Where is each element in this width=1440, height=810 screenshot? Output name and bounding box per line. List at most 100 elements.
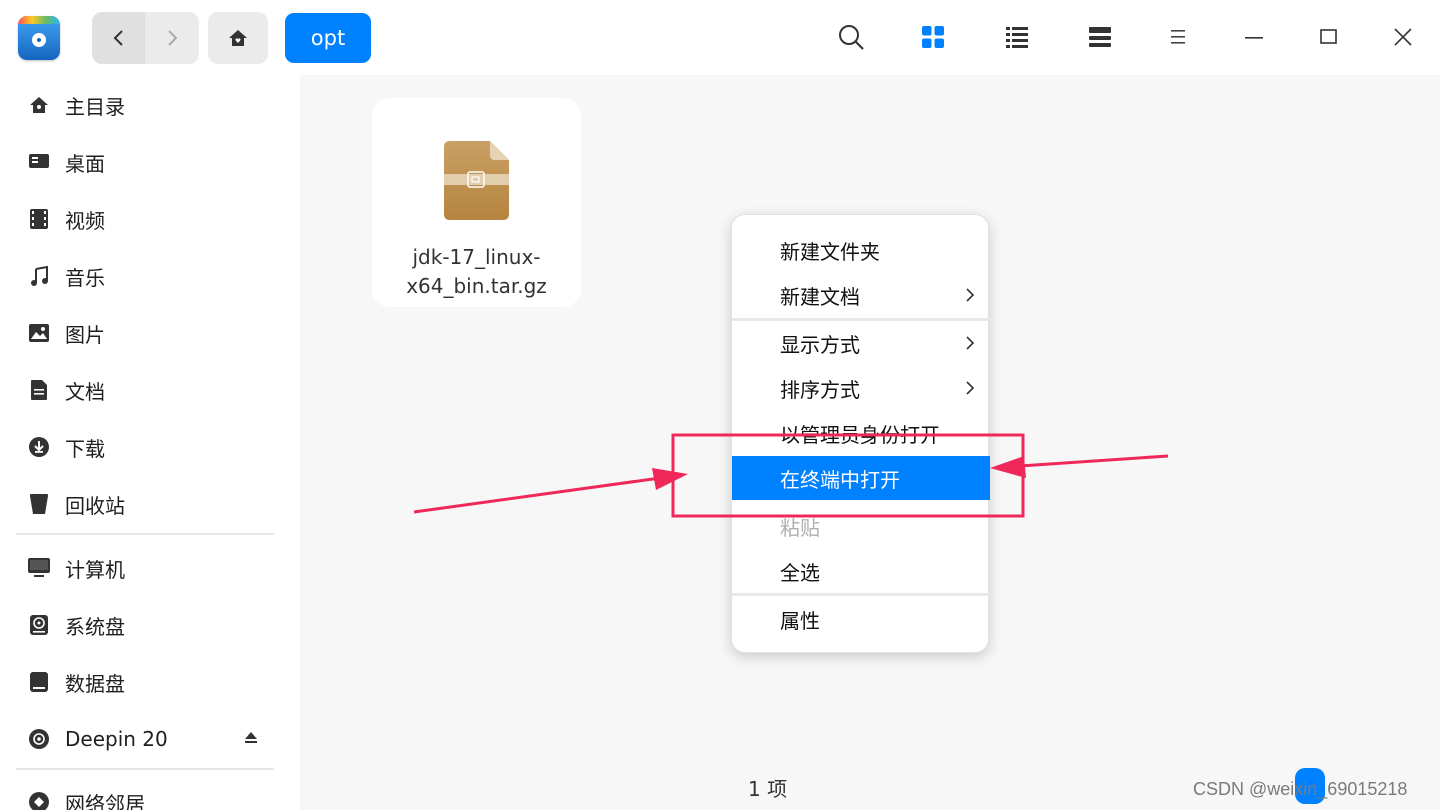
sidebar-item-downloads[interactable]: 下载 [0, 422, 300, 472]
sidebar-item-data-disk[interactable]: 数据盘 [0, 657, 300, 707]
sidebar-item-label: 桌面 [65, 151, 105, 176]
data-disk-icon [28, 671, 50, 693]
sidebar-item-desktop[interactable]: 桌面 [0, 137, 300, 187]
sidebar-item-label: Deepin 20 [65, 727, 168, 751]
disc-icon [28, 728, 50, 750]
file-item[interactable]: jdk-17_linux- x64_bin.tar.gz [372, 98, 581, 307]
annotation-arrow-right [990, 454, 1169, 478]
home-icon [229, 30, 247, 46]
sidebar-item-label: 图片 [65, 322, 105, 347]
sidebar-item-label: 系统盘 [65, 614, 125, 639]
menu-item-properties[interactable]: 属性 [732, 597, 990, 641]
file-manager-app-icon[interactable] [18, 16, 60, 60]
video-icon [28, 208, 50, 230]
system-disk-icon [28, 614, 50, 636]
file-name-line: x64_bin.tar.gz [406, 274, 547, 298]
menu-item-open-in-terminal[interactable]: 在终端中打开 [732, 456, 990, 500]
sidebar-item-label: 网络邻居 [65, 791, 145, 810]
breadcrumb-opt[interactable]: opt [285, 13, 371, 63]
grid-view-icon [922, 26, 944, 48]
menu-button[interactable] [1161, 20, 1195, 54]
sidebar-item-music[interactable]: 音乐 [0, 251, 300, 301]
sidebar-item-label: 数据盘 [65, 671, 125, 696]
sidebar-item-deepin-20[interactable]: Deepin 20 [0, 714, 300, 764]
sidebar-item-system-disk[interactable]: 系统盘 [0, 600, 300, 650]
desktop-icon [28, 151, 50, 173]
file-name: jdk-17_linux- x64_bin.tar.gz [372, 243, 581, 301]
picture-icon [28, 322, 50, 344]
menu-item-new-folder[interactable]: 新建文件夹 [732, 228, 990, 272]
sidebar-item-documents[interactable]: 文档 [0, 365, 300, 415]
search-icon [839, 25, 864, 50]
forward-button[interactable] [145, 12, 198, 64]
list-view-icon [1006, 27, 1028, 48]
chevron-right-icon [966, 288, 975, 302]
network-icon [28, 791, 50, 810]
home-button[interactable] [208, 12, 268, 64]
eject-icon[interactable] [244, 730, 258, 749]
menu-item-select-all[interactable]: 全选 [732, 549, 990, 593]
menu-item-label: 显示方式 [780, 332, 860, 357]
title-bar: opt [0, 0, 1440, 75]
status-bar-count: 1 项 [748, 777, 788, 801]
sidebar-item-trash[interactable]: 回收站 [0, 479, 300, 529]
menu-item-display-mode[interactable]: 显示方式 [732, 321, 990, 365]
watermark: CSDN @weixin_69015218 [1193, 779, 1408, 799]
minimize-button[interactable] [1237, 20, 1271, 54]
file-name-line: jdk-17_linux- [412, 245, 541, 269]
maximize-icon [1320, 29, 1337, 44]
sidebar-divider [16, 533, 274, 535]
split-view-icon [1089, 27, 1111, 47]
file-manager-window: opt 主目录 桌面 视频 音乐 图片 文档 下载 回收站 计算机 系统盘 数据… [0, 0, 1440, 810]
document-icon [28, 379, 50, 401]
music-icon [28, 265, 50, 287]
sidebar-item-label: 文档 [65, 379, 105, 404]
menu-separator [732, 593, 990, 596]
icon-view-button[interactable] [916, 20, 950, 54]
menu-item-label: 新建文件夹 [780, 239, 880, 264]
close-button[interactable] [1386, 20, 1420, 54]
download-icon [28, 436, 50, 458]
menu-item-paste: 粘贴 [732, 504, 990, 548]
home-icon [28, 94, 50, 116]
sidebar-item-label: 计算机 [65, 557, 125, 582]
sidebar-item-label: 音乐 [65, 265, 105, 290]
sidebar-item-pictures[interactable]: 图片 [0, 308, 300, 358]
close-icon [1394, 28, 1412, 46]
search-button[interactable] [834, 20, 868, 54]
menu-item-label: 全选 [780, 560, 820, 585]
detail-view-button[interactable] [1083, 20, 1117, 54]
sidebar-item-label: 主目录 [65, 94, 125, 119]
menu-item-label: 在终端中打开 [780, 467, 900, 492]
annotation-arrow-left [413, 468, 688, 514]
sidebar-item-label: 视频 [65, 208, 105, 233]
chevron-right-icon [966, 336, 975, 350]
back-button[interactable] [92, 12, 145, 64]
context-menu: 新建文件夹 新建文档 显示方式 排序方式 以管理员身份打开 在终端中打开 粘贴 … [731, 214, 990, 653]
menu-item-sort-by[interactable]: 排序方式 [732, 366, 990, 410]
chevron-right-icon [167, 30, 177, 46]
menu-item-open-as-admin[interactable]: 以管理员身份打开 [732, 411, 990, 455]
navigation-buttons [92, 12, 199, 64]
trash-icon [28, 493, 50, 515]
minimize-icon [1245, 37, 1263, 39]
list-view-button[interactable] [1000, 20, 1034, 54]
maximize-button[interactable] [1312, 20, 1346, 54]
menu-item-label: 新建文档 [780, 284, 860, 309]
menu-item-label: 粘贴 [780, 515, 820, 540]
sidebar-item-video[interactable]: 视频 [0, 194, 300, 244]
sidebar-item-label: 回收站 [65, 493, 125, 518]
menu-item-label: 属性 [780, 608, 820, 633]
sidebar-divider [16, 768, 274, 770]
sidebar-item-computer[interactable]: 计算机 [0, 543, 300, 593]
computer-icon [28, 557, 50, 579]
sidebar: 主目录 桌面 视频 音乐 图片 文档 下载 回收站 计算机 系统盘 数据盘 De… [0, 75, 300, 810]
archive-icon [444, 141, 509, 220]
hamburger-menu-icon [1171, 30, 1185, 44]
sidebar-item-network[interactable]: 网络邻居 [0, 777, 300, 810]
sidebar-item-home[interactable]: 主目录 [0, 80, 300, 130]
chevron-left-icon [113, 30, 123, 46]
menu-item-label: 排序方式 [780, 377, 860, 402]
menu-item-new-document[interactable]: 新建文档 [732, 273, 990, 317]
menu-item-label: 以管理员身份打开 [780, 422, 940, 447]
